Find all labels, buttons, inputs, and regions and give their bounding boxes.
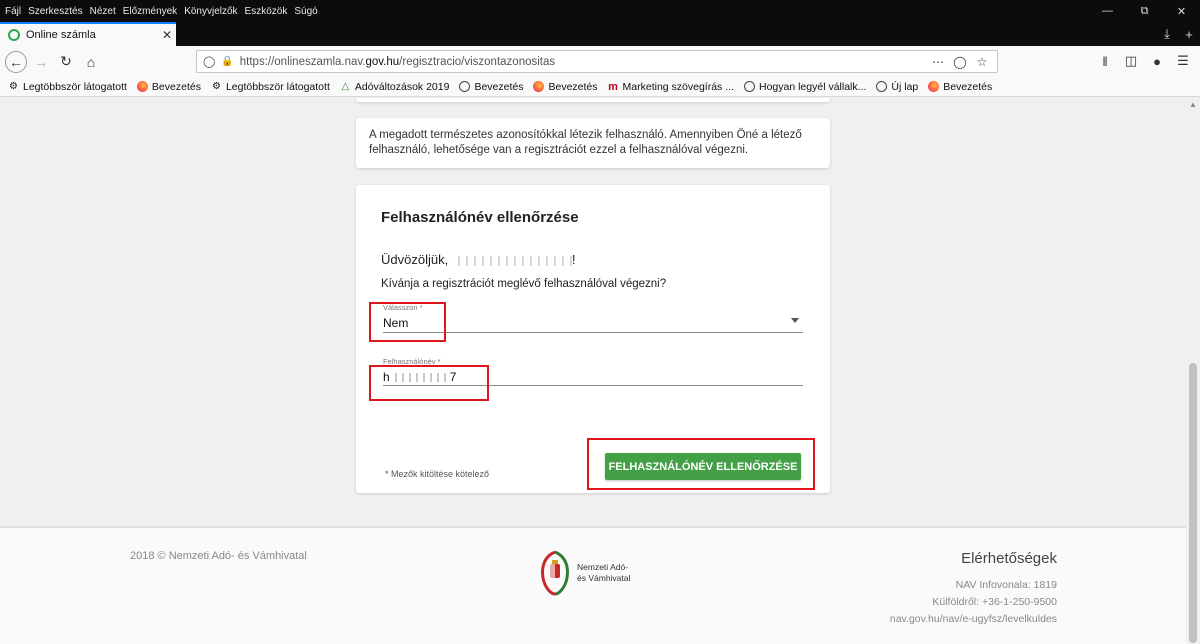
navigation-bar: ← → ↻ ⌂ ◯ 🔒 https://onlineszamla.nav.gov… bbox=[0, 46, 1200, 77]
bookmark-item[interactable]: ⚙ Legtöbbször látogatott bbox=[8, 81, 127, 93]
form-title: Felhasználónév ellenőrzése bbox=[381, 209, 579, 226]
globe-icon bbox=[876, 81, 888, 92]
url-bar[interactable]: ◯ 🔒 https://onlineszamla.nav.gov.hu/regi… bbox=[196, 50, 998, 73]
contact-abroad: Külföldről: +36-1-250-9500 bbox=[932, 596, 1057, 608]
bookmarks-bar: ⚙ Legtöbbször látogatott Bevezetés ⚙ Legtö… bbox=[0, 77, 1200, 97]
firefox-icon bbox=[928, 81, 940, 92]
window-controls: — ⧉ ✕ bbox=[1089, 0, 1200, 22]
bookmark-star-icon[interactable]: ☆ bbox=[971, 53, 993, 71]
globe-icon bbox=[743, 81, 755, 92]
home-icon[interactable]: ⌂ bbox=[80, 51, 102, 73]
url-actions: ⋯ ◯ ☆ bbox=[927, 53, 993, 71]
greeting: Üdvözöljük, ! bbox=[381, 252, 576, 267]
highlight-box-username bbox=[369, 365, 489, 401]
bookmark-item[interactable]: △ Adóváltozások 2019 bbox=[340, 81, 450, 93]
contact-section: Elérhetőségek NAV Infovonala: 1819 Külfö… bbox=[890, 550, 1057, 628]
bookmark-item[interactable]: Bevezetés bbox=[459, 81, 523, 93]
menu-item-bookmarks[interactable]: Könyvjelzők bbox=[184, 6, 237, 17]
shield-icon[interactable]: ◯ bbox=[203, 55, 215, 68]
required-note: * Mezők kitöltése kötelező bbox=[385, 469, 490, 479]
nav-logo: Nemzeti Adó- és Vámhivatal bbox=[537, 550, 630, 596]
existing-user-select[interactable]: Válasszon * Nem bbox=[383, 303, 803, 333]
tab-strip: Online számla ✕ ⤓ + bbox=[0, 22, 1200, 46]
footer: 2018 © Nemzeti Adó- és Vámhivatal Nemzet… bbox=[0, 526, 1186, 644]
info-card: A megadott természetes azonosítókkal lét… bbox=[356, 118, 830, 168]
info-text: A megadott természetes azonosítókkal lét… bbox=[369, 129, 802, 156]
highlight-box-button bbox=[587, 438, 815, 490]
bookmark-item[interactable]: ⚙ Legtöbbször látogatott bbox=[211, 81, 330, 93]
bookmark-item[interactable]: Bevezetés bbox=[533, 81, 598, 93]
menu-bar: Fájl Szerkesztés Nézet Előzmények Könyvj… bbox=[0, 0, 1200, 22]
minimize-icon[interactable]: — bbox=[1089, 0, 1126, 22]
menu: Fájl Szerkesztés Nézet Előzmények Könyvj… bbox=[0, 6, 325, 17]
menu-item-edit[interactable]: Szerkesztés bbox=[28, 6, 82, 17]
gear-icon: ⚙ bbox=[211, 81, 221, 92]
previous-card bbox=[356, 98, 830, 102]
menu-item-help[interactable]: Súgó bbox=[294, 6, 317, 17]
dropdown-arrow-icon[interactable] bbox=[791, 318, 799, 323]
bookmark-item[interactable]: Új lap bbox=[876, 81, 918, 93]
menu-item-history[interactable]: Előzmények bbox=[123, 6, 177, 17]
contact-link[interactable]: nav.gov.hu/nav/e-ugyfsz/levelkuldes bbox=[890, 611, 1057, 628]
restore-icon[interactable]: ⧉ bbox=[1126, 0, 1163, 22]
copyright: 2018 © Nemzeti Adó- és Vámhivatal bbox=[130, 550, 307, 562]
page-actions-icon[interactable]: ⋯ bbox=[927, 53, 949, 71]
sidebar-icon[interactable]: ◫ bbox=[1118, 50, 1144, 72]
close-window-icon[interactable]: ✕ bbox=[1163, 0, 1200, 22]
library-icon[interactable]: ‖ bbox=[1092, 50, 1118, 72]
highlight-box-select bbox=[369, 302, 446, 342]
bookmark-item[interactable]: Hogyan legyél vállalk... bbox=[743, 81, 866, 93]
page-content: A megadott természetes azonosítókkal lét… bbox=[0, 98, 1186, 526]
scrollbar[interactable]: ▲ bbox=[1186, 98, 1200, 644]
menu-item-file[interactable]: Fájl bbox=[5, 6, 21, 17]
account-icon[interactable]: ● bbox=[1144, 50, 1170, 72]
site-favicon-icon bbox=[8, 29, 20, 41]
bookmark-item[interactable]: Bevezetés bbox=[928, 81, 992, 93]
m-icon: m bbox=[608, 80, 618, 93]
menu-item-tools[interactable]: Eszközök bbox=[245, 6, 288, 17]
menu-item-view[interactable]: Nézet bbox=[90, 6, 116, 17]
lock-icon[interactable]: 🔒 bbox=[221, 56, 233, 67]
toolbar-right: ‖ ◫ ● ☰ bbox=[1092, 50, 1196, 72]
close-tab-icon[interactable]: ✕ bbox=[158, 28, 176, 42]
contact-title: Elérhetőségek bbox=[961, 550, 1057, 567]
logo-text: Nemzeti Adó- és Vámhivatal bbox=[577, 562, 631, 583]
firefox-icon bbox=[136, 81, 148, 92]
back-icon[interactable]: ← bbox=[5, 50, 27, 73]
download-icon[interactable]: ⤓ bbox=[1156, 22, 1178, 46]
tab-title: Online számla bbox=[26, 29, 96, 41]
reload-icon[interactable]: ↻ bbox=[55, 51, 77, 73]
contact-phone: NAV Infovonala: 1819 bbox=[955, 579, 1057, 591]
redacted-name bbox=[451, 255, 572, 266]
globe-icon bbox=[459, 81, 471, 92]
scroll-up-icon[interactable]: ▲ bbox=[1189, 100, 1197, 109]
new-tab-icon[interactable]: + bbox=[1178, 22, 1200, 46]
pocket-icon[interactable]: ◯ bbox=[949, 53, 971, 71]
bookmark-item[interactable]: m Marketing szövegírás ... bbox=[608, 81, 734, 93]
scrollbar-thumb[interactable] bbox=[1189, 363, 1197, 643]
bookmark-item[interactable]: Bevezetés bbox=[136, 81, 201, 93]
firefox-icon bbox=[533, 81, 545, 92]
nav-emblem-icon bbox=[541, 550, 569, 596]
tab-online-szamla[interactable]: Online számla ✕ bbox=[0, 22, 176, 46]
forward-icon[interactable]: → bbox=[30, 51, 52, 73]
gear-icon: ⚙ bbox=[9, 81, 18, 92]
question-text: Kívánja a regisztrációt meglévő felhaszn… bbox=[381, 278, 667, 290]
tab-strip-buttons: ⤓ + bbox=[1156, 22, 1200, 46]
url-text[interactable]: https://onlineszamla.nav.gov.hu/regisztr… bbox=[240, 56, 555, 68]
chart-icon: △ bbox=[341, 81, 350, 92]
hamburger-menu-icon[interactable]: ☰ bbox=[1170, 50, 1196, 72]
